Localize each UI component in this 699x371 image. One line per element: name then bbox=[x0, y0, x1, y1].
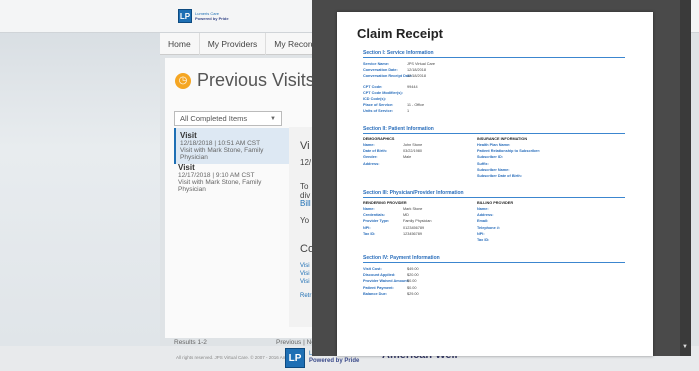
section-provider-info: Section III: Physician/Provider Informat… bbox=[363, 190, 625, 243]
section-service-info: Section I: Service Information Service N… bbox=[363, 50, 625, 115]
kv-row: Address: bbox=[363, 161, 380, 166]
section-payment-info: Section IV: Payment Information Visit Co… bbox=[363, 255, 625, 297]
detail-fragment: Yo bbox=[300, 216, 310, 225]
logo-mark-icon: LP bbox=[178, 9, 192, 23]
brand-logo[interactable]: LP Lumeris Care Powered by Pride bbox=[178, 7, 240, 25]
detail-fragment: Vi bbox=[300, 140, 310, 152]
logo-mark-icon: LP bbox=[285, 348, 305, 368]
claim-receipt-page: Claim Receipt Section I: Service Informa… bbox=[337, 12, 653, 356]
detail-link-fragment[interactable]: Retr bbox=[300, 293, 311, 299]
page-title: ◷ Previous Visits bbox=[175, 70, 315, 91]
section-patient-info: Section II: Patient Information DEMOGRAP… bbox=[363, 126, 625, 179]
kv-row: Balance Due: $29.00 bbox=[363, 291, 419, 296]
history-clock-icon: ◷ bbox=[175, 72, 191, 89]
copyright-text: All rights reserved. JPS Virtual Care. ©… bbox=[176, 355, 299, 360]
detail-fragment: 12/ bbox=[300, 158, 312, 167]
chevron-down-icon: ▼ bbox=[270, 115, 276, 122]
pagination: Results 1-2 Previous | Next bbox=[174, 339, 320, 346]
detail-link-fragment[interactable]: Visi bbox=[300, 279, 310, 285]
prev-page-link[interactable]: Previous bbox=[276, 339, 301, 346]
visit-list-item[interactable]: Visit 12/17/2018 | 9:10 AM CST Visit wit… bbox=[174, 160, 289, 196]
scroll-down-icon[interactable]: ▼ bbox=[682, 344, 688, 350]
detail-link-fragment[interactable]: Visi bbox=[300, 263, 310, 269]
kv-row: Tax ID: 123456789 bbox=[363, 231, 423, 236]
receipt-title: Claim Receipt bbox=[357, 26, 443, 41]
viewer-scrollbar[interactable] bbox=[680, 0, 691, 356]
background-left-panel bbox=[0, 0, 160, 371]
kv-row: Tax ID: bbox=[477, 238, 490, 243]
detail-link-fragment[interactable]: Bill bbox=[300, 199, 311, 208]
detail-fragment: To bbox=[300, 182, 309, 191]
main-nav: Home My Providers My Records bbox=[160, 32, 329, 55]
kv-row: Units of Service: 1 bbox=[363, 109, 410, 114]
visit-filter-select[interactable]: All Completed Items ▼ bbox=[174, 111, 282, 126]
nav-my-providers[interactable]: My Providers bbox=[200, 32, 267, 55]
logo-text: Lumeris Care Powered by Pride bbox=[195, 11, 229, 21]
kv-row: Subscriber Date of Birth: bbox=[477, 174, 522, 179]
detail-link-fragment[interactable]: Visi bbox=[300, 271, 310, 277]
nav-home[interactable]: Home bbox=[160, 32, 200, 55]
visit-list-item[interactable]: Visit 12/18/2018 | 10:51 AM CST Visit wi… bbox=[174, 128, 289, 164]
